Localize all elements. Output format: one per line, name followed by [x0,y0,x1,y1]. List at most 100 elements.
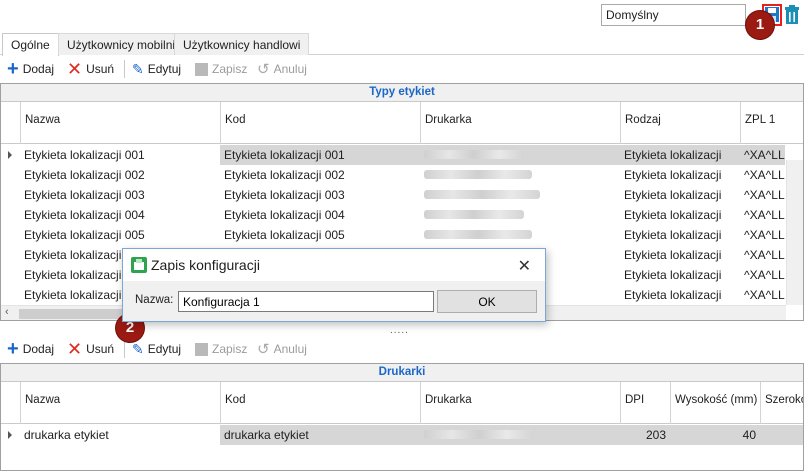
label-zpl-cell: ^XA^LL [740,145,785,165]
current-row-indicator-icon [8,431,12,439]
label-printer-cell [420,225,620,245]
column-header-code[interactable]: Kod [220,382,420,424]
delete-configuration-button[interactable] [784,5,802,25]
configuration-select[interactable]: Domyślny [601,4,746,26]
label-code-cell[interactable]: Etykieta lokalizacji 001 [220,145,420,165]
printers-header: Nazwa Kod Drukarka DPI Wysokość (mm) Sze… [1,382,803,424]
tab-general[interactable]: Ogólne [2,33,59,56]
column-header-code[interactable]: Kod [220,102,420,144]
edit-label: Edytuj [147,62,182,76]
label-name-cell: Etykieta lokalizacji 001 [24,148,145,162]
remove-button[interactable]: ✕ Usuń [67,60,114,78]
column-header-printer[interactable]: Drukarka [420,382,620,424]
column-header-zpl[interactable]: ZPL 1 [740,102,803,144]
label-name-cell: Etykieta lokalizacji 003 [24,188,145,202]
label-zpl-cell: ^XA^LL [744,288,785,302]
table-row[interactable]: drukarka etykiet drukarka etykiet 203 40 [1,425,803,445]
label-name-cell: Etykieta lokalizacji 004 [24,208,145,222]
plus-icon: + [7,58,19,80]
label-code-cell[interactable]: Etykieta lokalizacji 005 [220,225,420,245]
printers-grid: Drukarki Nazwa Kod Drukarka DPI Wysokość… [0,363,804,471]
printer-width-cell [760,425,803,445]
table-row[interactable]: Etykieta lokalizacji 004 Etykieta lokaliz… [1,205,803,225]
label-name-cell: Etykieta lokalizacji 005 [24,228,145,242]
label-name-cell: Etykieta lokalizacji 002 [24,168,145,182]
undo-icon: ↺ [257,61,270,78]
label-type-cell: Etykieta lokalizacji [624,268,722,282]
remove-label: Usuń [86,342,115,356]
label-zpl-cell: ^XA^LL [744,168,785,182]
column-header-dpi[interactable]: DPI [620,382,670,424]
printer-height-cell: 40 [670,425,760,445]
cancel-printer-button[interactable]: ↺ Anuluj [257,340,307,358]
label-type-cell: Etykieta lokalizacji [624,188,722,202]
dialog-titlebar: Zapis konfiguracji ✕ [123,249,545,281]
save-configuration-dialog: Zapis konfiguracji ✕ Nazwa: OK [122,248,546,322]
cancel-label: Anuluj [273,342,307,356]
label-code-cell[interactable]: Etykieta lokalizacji 002 [220,165,420,185]
toolbar-separator [124,60,125,78]
edit-button[interactable]: ✎ Edytuj [132,60,181,78]
label-type-cell: Etykieta lokalizacji [624,288,722,302]
column-header-printer[interactable]: Drukarka [420,102,620,144]
undo-icon: ↺ [257,341,270,358]
label-code-cell[interactable]: Etykieta lokalizacji 004 [220,205,420,225]
table-row[interactable]: Etykieta lokalizacji 005 Etykieta lokaliz… [1,225,803,245]
label-printer-cell [420,145,620,165]
label-type-cell: Etykieta lokalizacji [624,208,722,222]
edit-pencil-icon: ✎ [132,60,144,77]
remove-printer-button[interactable]: ✕ Usuń [67,340,114,358]
save-label: Zapisz [212,342,248,356]
add-button[interactable]: + Dodaj [7,58,55,80]
printer-dpi-cell: 203 [620,425,670,445]
label-types-header: Nazwa Kod Drukarka Rodzaj ZPL 1 [1,102,803,144]
printer-device-cell [420,425,620,445]
save-button[interactable]: Zapisz [195,60,247,78]
add-label: Dodaj [22,62,55,76]
column-header-type[interactable]: Rodzaj [620,102,740,144]
save-label: Zapisz [212,62,248,76]
column-header-height[interactable]: Wysokość (mm) [670,382,760,424]
edit-label: Edytuj [147,342,182,356]
printers-title: Drukarki [1,364,803,382]
printer-name-cell: drukarka etykiet [24,428,109,442]
label-type-cell: Etykieta lokalizacji [624,228,722,242]
tab-bar: Ogólne Użytkownicy mobilni Użytkownicy h… [0,31,804,56]
vertical-scrollbar[interactable] [786,160,803,305]
save-printer-button[interactable]: Zapisz [195,340,247,358]
label-printer-cell [420,165,620,185]
label-zpl-cell: ^XA^LL [744,228,785,242]
label-type-cell: Etykieta lokalizacji [624,168,722,182]
cancel-label: Anuluj [273,62,307,76]
close-icon[interactable]: ✕ [518,256,531,276]
column-header-name[interactable]: Nazwa [20,382,220,424]
edit-printer-button[interactable]: ✎ Edytuj [132,340,181,358]
label-printer-cell [420,205,620,225]
tab-sales-users[interactable]: Użytkownicy handlowi [174,33,310,55]
trash-icon [785,5,799,24]
label-code-cell[interactable]: Etykieta lokalizacji 003 [220,185,420,205]
label-types-toolbar: + Dodaj ✕ Usuń ✎ Edytuj Zapisz ↺ Anuluj [0,55,804,83]
remove-label: Usuń [86,62,115,76]
cancel-button[interactable]: ↺ Anuluj [257,60,307,78]
scroll-left-icon: ‹ [5,306,9,318]
column-header-width[interactable]: Szerokość [760,382,803,424]
edit-pencil-icon: ✎ [132,340,144,357]
label-type-cell: Etykieta lokalizacji [620,145,740,165]
label-printer-cell [420,185,620,205]
plus-icon: + [7,338,19,360]
tab-mobile-users[interactable]: Użytkownicy mobilni [58,33,185,55]
app-icon [131,257,147,273]
ok-button[interactable]: OK [437,290,537,313]
table-row[interactable]: Etykieta lokalizacji 003 Etykieta lokaliz… [1,185,803,205]
toolbar-separator [124,340,125,358]
column-header-name[interactable]: Nazwa [20,102,220,144]
table-row[interactable]: Etykieta lokalizacji 001 Etykieta lokaliz… [1,145,803,165]
add-printer-button[interactable]: + Dodaj [7,338,54,360]
cross-icon: ✕ [67,59,83,79]
current-row-indicator-icon [8,151,12,159]
floppy-disk-icon [195,342,208,356]
table-row[interactable]: Etykieta lokalizacji 002 Etykieta lokaliz… [1,165,803,185]
configuration-name-input[interactable] [178,291,434,312]
printer-code-cell[interactable]: drukarka etykiet [220,425,420,445]
